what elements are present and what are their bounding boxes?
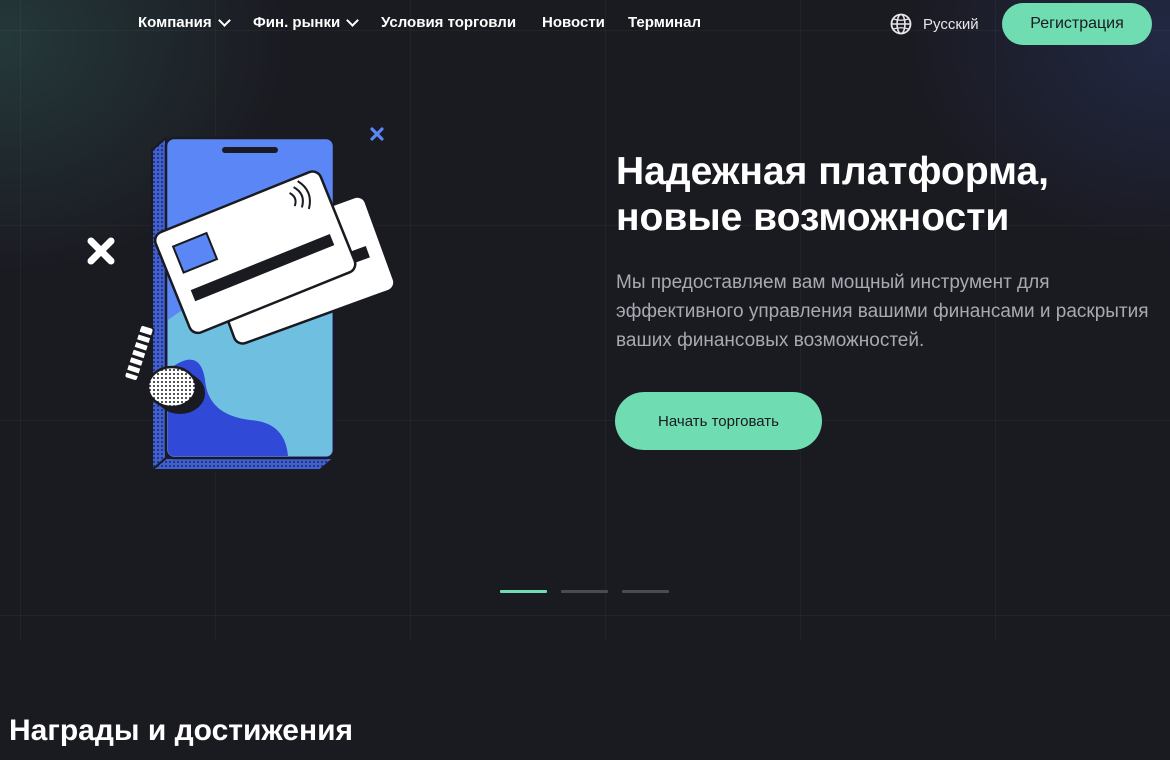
sparkle-icon [370,127,384,141]
register-button[interactable]: Регистрация [1002,3,1152,45]
language-label: Русский [923,15,979,33]
slider-dot[interactable] [500,590,547,593]
slider-dot[interactable] [622,590,669,593]
nav-item-label: Новости [542,14,605,31]
slider-indicators [500,590,669,593]
nav-item-label: Терминал [628,14,701,31]
nav-item-trading-conditions[interactable]: Условия торговли [381,14,516,31]
hero-title-line: новые возможности [616,196,1010,239]
start-trading-button[interactable]: Начать торговать [615,392,822,450]
globe-icon [890,13,912,35]
nav-item-terminal[interactable]: Терминал [628,14,701,31]
hero-title: Надежная платформа, новые возможности [616,149,1156,241]
nav-item-news[interactable]: Новости [542,14,605,31]
top-nav: Компания Фин. рынки Условия торговли Нов… [0,0,1170,48]
nav-item-label: Компания [138,14,212,31]
hero-title-line: Надежная платформа, [616,150,1049,193]
awards-section-title: Награды и достижения [9,714,354,747]
slider-dot[interactable] [561,590,608,593]
sparkle-icon [87,237,115,265]
language-selector[interactable]: Русский [890,13,979,35]
hero-section: Компания Фин. рынки Условия торговли Нов… [0,0,1170,640]
nav-item-company[interactable]: Компания [138,14,231,31]
chevron-down-icon [217,14,231,27]
nav-item-markets[interactable]: Фин. рынки [253,14,360,31]
chevron-down-icon [346,14,360,27]
nav-item-label: Фин. рынки [253,14,341,31]
hero-description: Мы предоставляем вам мощный инструмент д… [616,272,1149,351]
hero-illustration [87,127,396,473]
nav-item-label: Условия торговли [381,14,517,31]
